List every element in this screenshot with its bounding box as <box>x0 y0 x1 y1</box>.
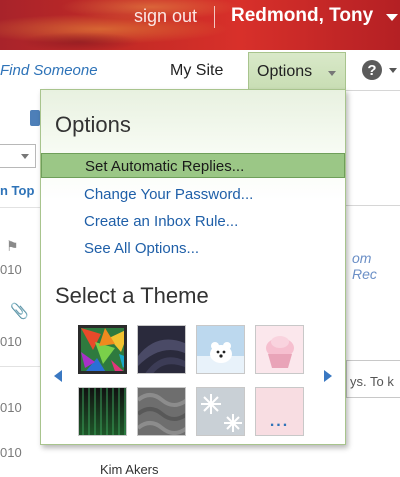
theme-gray-waves-image <box>138 388 185 435</box>
attachment-icon: 📎 <box>10 303 29 320</box>
select-theme-title: Select a Theme <box>55 283 209 308</box>
theme-cupcake[interactable] <box>255 325 304 374</box>
chevron-down-icon <box>328 71 336 76</box>
divider <box>346 205 400 206</box>
divider <box>0 366 40 367</box>
chevron-down-icon <box>21 154 29 159</box>
message-date: 010 <box>0 400 22 415</box>
more-themes-link[interactable]: ... <box>256 413 303 431</box>
theme-dark-swirl[interactable] <box>137 325 186 374</box>
header-separator <box>214 6 215 28</box>
menu-item-create-inbox-rule[interactable]: Create an Inbox Rule... <box>41 209 345 234</box>
theme-snowflakes-image <box>197 388 244 435</box>
user-name-menu[interactable]: Redmond, Tony <box>231 5 373 27</box>
theme-snowflakes[interactable] <box>196 387 245 436</box>
menu-item-set-automatic-replies[interactable]: Set Automatic Replies... <box>41 153 345 178</box>
theme-green-stripes[interactable] <box>78 387 127 436</box>
compose-icon[interactable] <box>30 110 40 126</box>
flag-icon[interactable]: ⚑ <box>6 238 19 255</box>
header-bar: sign out Redmond, Tony <box>0 0 400 50</box>
header-swirl-decoration <box>20 32 140 50</box>
message-sender: Kim Akers <box>100 462 159 477</box>
theme-pink-blank[interactable]: ... <box>255 387 304 436</box>
options-menu-button[interactable]: Options <box>248 52 346 90</box>
menu-item-see-all-options[interactable]: See All Options... <box>41 236 345 261</box>
previous-themes-icon[interactable] <box>54 370 62 382</box>
theme-gray-waves[interactable] <box>137 387 186 436</box>
chevron-down-icon[interactable] <box>389 68 397 73</box>
view-dropdown[interactable] <box>0 144 36 168</box>
theme-color-burst[interactable] <box>78 325 127 374</box>
my-site-link[interactable]: My Site <box>170 62 223 80</box>
reading-pane-link[interactable]: om Rec <box>352 250 400 282</box>
reading-pane-text: ys. To k <box>350 374 394 389</box>
help-icon[interactable]: ? <box>362 60 382 80</box>
options-dropdown: Options Set Automatic Replies... Change … <box>40 89 346 445</box>
divider <box>0 207 40 208</box>
menu-item-change-password[interactable]: Change Your Password... <box>41 182 345 207</box>
find-someone-input[interactable]: Find Someone <box>0 62 98 79</box>
next-themes-icon[interactable] <box>324 370 332 382</box>
options-title: Options <box>55 112 131 137</box>
message-date: 010 <box>0 262 22 277</box>
theme-green-stripes-image <box>79 388 126 435</box>
theme-dark-swirl-image <box>138 326 185 373</box>
message-date: 010 <box>0 334 22 349</box>
top-link[interactable]: n Top <box>0 183 34 198</box>
chevron-down-icon[interactable] <box>386 14 398 21</box>
theme-cupcake-image <box>256 326 303 373</box>
nav-bar: Find Someone My Site Options ? <box>0 52 400 90</box>
theme-color-burst-image <box>81 328 124 371</box>
theme-polar-bear[interactable] <box>196 325 245 374</box>
message-date: 010 <box>0 445 22 460</box>
theme-polar-bear-image <box>197 326 244 373</box>
options-label: Options <box>257 63 313 80</box>
sign-out-link[interactable]: sign out <box>134 6 197 27</box>
